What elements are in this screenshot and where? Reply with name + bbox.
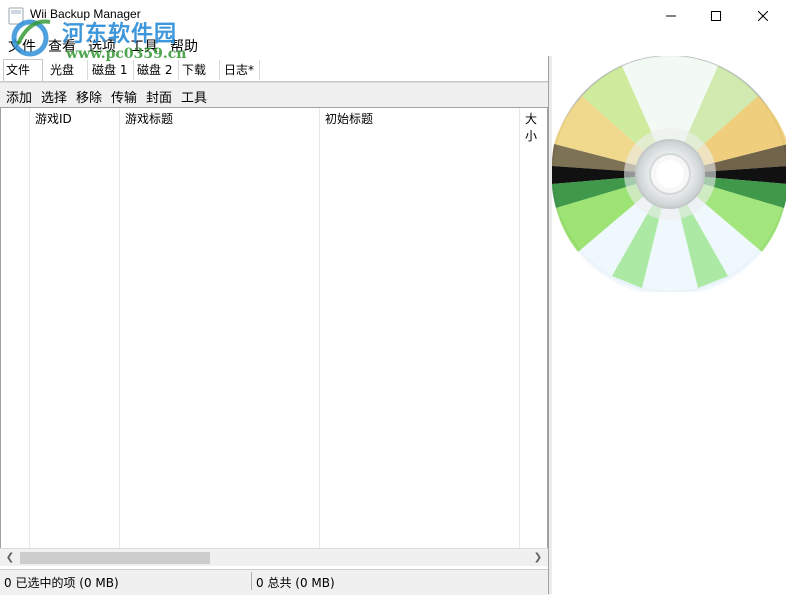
menu-bar: 文件 查看 选项 工具 帮助 [0,32,786,56]
maximize-icon [711,11,721,21]
column-header-game-id[interactable]: 游戏ID [35,110,72,127]
tab-download[interactable]: 下载 [180,60,220,80]
tab-label: 光盘 [50,63,75,77]
tab-label: 下载 [182,63,207,77]
tab-log[interactable]: 日志* [222,60,260,80]
close-icon [758,11,768,21]
tools-button[interactable]: 工具 [181,87,207,106]
status-bar: 0 已选中的项 (0 MB) 0 总共 (0 MB) [0,569,550,595]
tab-label: 文件 [6,63,31,77]
scrollbar-thumb[interactable] [20,552,210,564]
column-divider [319,108,320,549]
menu-file[interactable]: 文件 [8,36,36,56]
column-divider [519,108,520,549]
add-button[interactable]: 添加 [6,87,32,106]
title-bar: Wii Backup Manager [0,0,786,32]
window-title: Wii Backup Manager [30,7,141,21]
app-icon [8,7,24,25]
select-button[interactable]: 选择 [41,87,67,106]
column-header-size[interactable]: 大小 [525,110,547,144]
column-divider [29,108,30,549]
minimize-icon [666,15,676,17]
status-total: 0 总共 (0 MB) [256,576,335,590]
disc-icon [552,56,786,292]
scroll-left-icon[interactable]: ❮ [3,551,17,565]
menu-view[interactable]: 查看 [48,36,76,56]
column-header-original-title[interactable]: 初始标题 [325,110,373,127]
remove-button[interactable]: 移除 [76,87,102,106]
column-header-game-title[interactable]: 游戏标题 [125,110,173,127]
transfer-button[interactable]: 传输 [111,87,137,106]
status-selected: 0 已选中的项 (0 MB) [4,576,119,590]
maximize-button[interactable] [693,0,739,32]
menu-options[interactable]: 选项 [88,36,116,56]
cover-button[interactable]: 封面 [146,87,172,106]
cover-preview-pane [552,56,786,594]
horizontal-scrollbar[interactable]: ❮ ❯ [0,548,548,566]
status-divider [251,572,252,590]
tab-disc[interactable]: 光盘 [48,60,88,80]
column-divider [119,108,120,549]
close-button[interactable] [740,0,786,32]
tab-strip: 文件 光盘 磁盘 1 磁盘 2 下载 日志* [0,59,550,82]
minimize-button[interactable] [648,0,694,32]
scroll-right-icon[interactable]: ❯ [531,551,545,565]
game-list[interactable]: 游戏ID 游戏标题 初始标题 大小 [0,107,548,550]
menu-help[interactable]: 帮助 [170,36,198,56]
tab-label: 磁盘 1 [92,63,128,77]
menu-tools[interactable]: 工具 [130,36,158,56]
left-pane: 文件 光盘 磁盘 1 磁盘 2 下载 日志* 添加 选择 移除 传输 封面 工具… [0,56,550,595]
tab-drive-2[interactable]: 磁盘 2 [135,60,179,80]
tab-label: 磁盘 2 [137,63,173,77]
toolbar: 添加 选择 移除 传输 封面 工具 [0,82,548,107]
tab-files[interactable]: 文件 [3,59,43,81]
tab-drive-1[interactable]: 磁盘 1 [90,60,134,80]
tab-label: 日志* [224,63,255,77]
